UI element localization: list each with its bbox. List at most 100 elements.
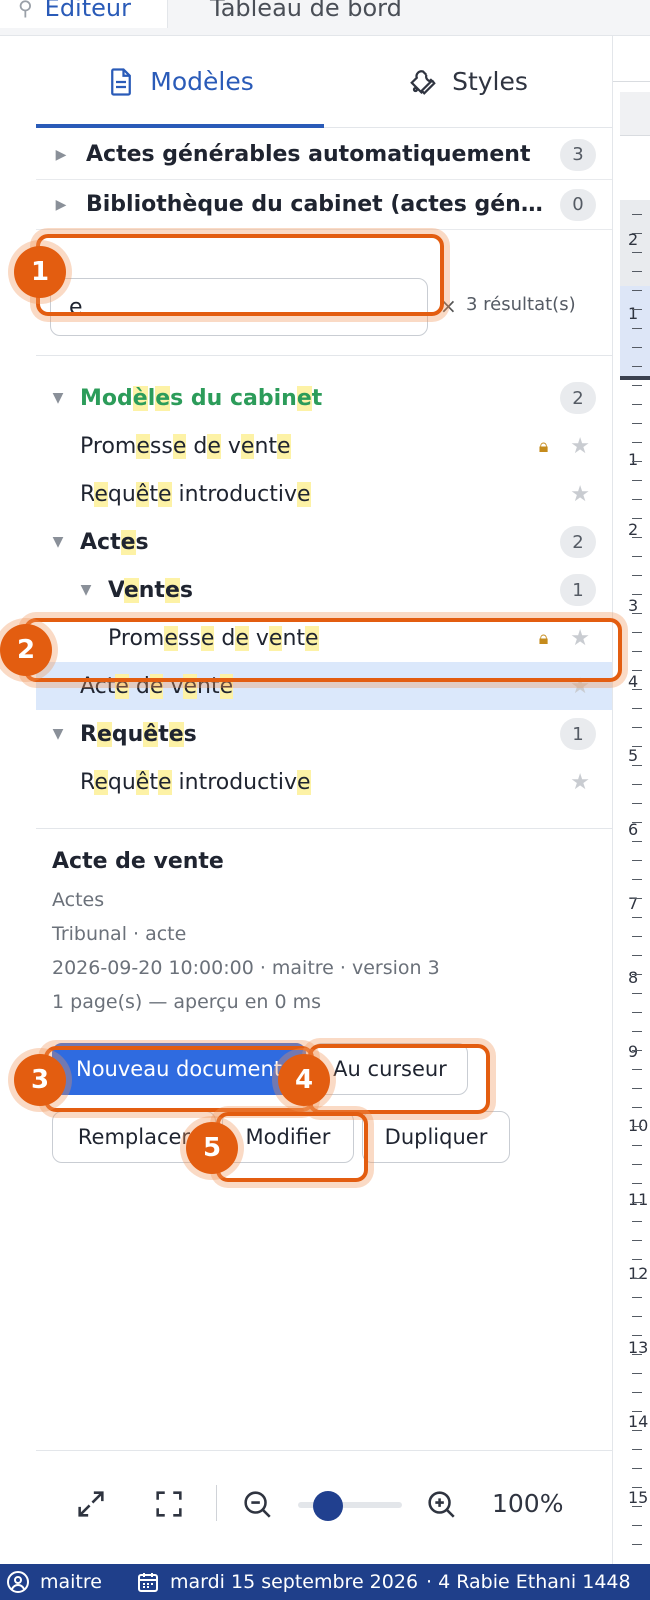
star-icon[interactable]: ★ <box>570 482 590 507</box>
ruler-tick <box>632 974 642 975</box>
count-badge: 2 <box>560 526 596 558</box>
ruler-tick <box>632 290 642 291</box>
ruler-tick <box>632 347 642 348</box>
tree-category-label: Requêtes <box>80 721 197 747</box>
tab-styles-label: Styles <box>452 67 528 96</box>
calendar-icon <box>137 1573 158 1592</box>
fullscreen-icon[interactable] <box>152 1487 186 1521</box>
tree-category-ventes[interactable]: ▼ Ventes 1 <box>36 566 612 614</box>
count-badge: 0 <box>560 188 596 221</box>
ruler-number: 1 <box>628 304 639 323</box>
tree-item-requete-introductive[interactable]: Requête introductive ★ <box>36 470 612 518</box>
status-bar: maitre mardi 15 septembre 2026 · 4 Rabie… <box>0 1564 650 1600</box>
modify-button[interactable]: Modifier <box>222 1111 354 1163</box>
ruler-tick <box>632 385 642 386</box>
tree-item-promesse-de-vente[interactable]: Promesse de vente 🔒︎ ★ <box>36 422 612 470</box>
callout-badge-1: 1 <box>14 246 66 298</box>
ruler-header <box>613 36 650 82</box>
count-badge: 2 <box>560 382 596 414</box>
ruler-tick <box>632 1145 642 1146</box>
tab-editeur[interactable]: ⚲ Editeur <box>0 0 168 28</box>
count-badge: 1 <box>560 574 596 606</box>
vertical-ruler: 2 1 1 2 3 4 5 6 7 8 9 10 11 12 13 14 15 <box>620 200 650 1564</box>
ruler-number: 7 <box>628 894 639 913</box>
duplicate-button[interactable]: Dupliquer <box>362 1111 510 1163</box>
ruler-tick <box>632 917 642 918</box>
ruler-tick <box>632 1164 642 1165</box>
expand-arrow-icon: ▶ <box>55 146 67 163</box>
tab-styles[interactable]: Styles <box>324 36 612 127</box>
ruler-tick <box>632 328 642 329</box>
ruler-tick <box>632 936 642 937</box>
ruler-tick <box>632 1278 642 1279</box>
ruler-tick <box>632 689 642 690</box>
star-icon[interactable]: ★ <box>570 770 590 795</box>
ruler-number: 1 <box>628 450 639 469</box>
details-title: Acte de vente <box>52 849 224 874</box>
callout-badge-2: 2 <box>0 624 52 676</box>
panel-divider[interactable] <box>612 36 613 1564</box>
panel-tabs: Modèles Styles <box>36 36 612 128</box>
tree-category-actes[interactable]: ▼ Actes 2 <box>36 518 612 566</box>
tab-modeles-label: Modèles <box>150 67 254 96</box>
lock-icon: 🔒︎ <box>538 627 549 649</box>
zoom-slider-handle[interactable] <box>312 1491 343 1521</box>
tree-category-label: Modèles du cabinet <box>80 385 323 411</box>
ruler-tick <box>632 423 642 424</box>
section-actes-generables[interactable]: ▶ Actes générables automatiquement 3 <box>36 130 612 180</box>
ruler-tick <box>632 1259 642 1260</box>
ruler-tick <box>632 822 642 823</box>
expand-arrows-icon[interactable] <box>74 1487 108 1521</box>
ruler-number: 11 <box>628 1190 649 1209</box>
tab-modeles[interactable]: Modèles <box>36 36 324 128</box>
ruler-tick <box>632 841 642 842</box>
top-tab-bar: ⚲ Editeur Tableau de bord <box>0 0 650 36</box>
tree-item-promesse-de-vente-ventes[interactable]: Promesse de vente 🔒︎ ★ <box>36 614 612 662</box>
tree-item-label: Requête introductive <box>80 481 311 507</box>
status-address: · 4 Rabie Ethani 1448 <box>426 1571 631 1593</box>
callout-badge-4: 4 <box>278 1054 330 1106</box>
zoom-in-icon[interactable] <box>424 1487 458 1521</box>
tree-category-cabinet[interactable]: ▼ Modèles du cabinet 2 <box>36 374 612 422</box>
search-input[interactable] <box>50 278 428 336</box>
tree-item-requete-introductive-requetes[interactable]: Requête introductive ★ <box>36 758 612 806</box>
tree-item-acte-de-vente[interactable]: Acte de vente ★ <box>36 662 612 710</box>
ruler-tick <box>632 537 642 538</box>
at-cursor-button[interactable]: Au curseur <box>312 1043 468 1095</box>
zoom-out-icon[interactable] <box>240 1487 274 1521</box>
star-icon[interactable]: ★ <box>570 626 590 651</box>
star-icon[interactable]: ★ <box>570 674 590 699</box>
ruler-number: 15 <box>628 1488 649 1507</box>
search-result-count: 3 résultat(s) <box>466 294 576 315</box>
count-badge: 1 <box>560 718 596 750</box>
status-user: maitre <box>40 1571 102 1593</box>
clear-search-icon[interactable]: × <box>440 294 457 318</box>
lock-icon: 🔒︎ <box>538 435 549 457</box>
ruler-tick <box>632 252 642 253</box>
document-icon <box>111 67 132 96</box>
section-label: Bibliothèque du cabinet (actes générable… <box>86 192 550 217</box>
new-document-button[interactable]: Nouveau document <box>52 1043 306 1095</box>
ruler-tick <box>632 1202 642 1203</box>
tree-category-requetes[interactable]: ▼ Requêtes 1 <box>36 710 612 758</box>
ruler-number: 12 <box>628 1264 649 1283</box>
ruler-tick <box>632 1050 642 1051</box>
ruler-tick <box>632 1107 642 1108</box>
template-details: Acte de vente Actes Tribunal · acte 2026… <box>36 828 612 1448</box>
ruler-tick <box>632 651 642 652</box>
ruler-number: 5 <box>628 746 639 765</box>
ruler-tick <box>632 499 642 500</box>
collapse-arrow-icon: ▼ <box>52 534 64 550</box>
star-icon[interactable]: ★ <box>570 434 590 459</box>
ruler-tick <box>632 1126 642 1127</box>
tab-tableau-de-bord[interactable]: Tableau de bord <box>210 0 402 28</box>
section-bibliotheque[interactable]: ▶ Bibliothèque du cabinet (actes générab… <box>36 180 612 230</box>
ruler-tick <box>632 1335 642 1336</box>
ruler-tick <box>632 955 642 956</box>
ruler-tick <box>632 1221 642 1222</box>
tree-item-label: Acte de vente <box>80 673 234 699</box>
ruler-tick <box>632 556 642 557</box>
details-category: Actes <box>52 889 105 911</box>
details-version: 2026-09-20 10:00:00 · maitre · version 3 <box>52 957 440 979</box>
ruler-tick <box>632 803 642 804</box>
